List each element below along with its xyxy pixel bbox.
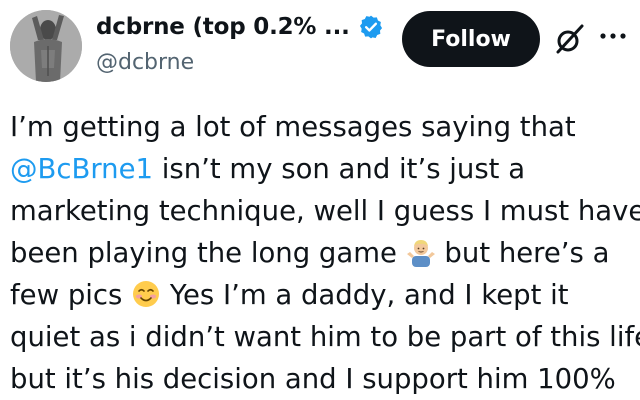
tweet-line: been playing the long game but here’s a <box>10 232 640 274</box>
tweet-text: I’m getting a lot of messages saying tha… <box>10 106 640 400</box>
tweet-line: few pics Yes I’m a daddy, and I kept it <box>10 274 640 316</box>
author-name-row: dcbrne (top 0.2% ... <box>96 14 384 40</box>
mention-link[interactable]: @BcBrne1 <box>10 153 153 185</box>
follow-button[interactable]: Follow <box>402 11 540 67</box>
tweet-line: I’m getting a lot of messages saying tha… <box>10 111 576 143</box>
tweet-line: @BcBrne1 isn’t my son and it’s just a <box>10 148 640 190</box>
tweet-line-text: been playing the long game <box>10 237 406 269</box>
grok-icon[interactable] <box>553 22 587 56</box>
tweet-line: but it’s his decision and I support him … <box>10 363 616 395</box>
tweet-line: quiet as i didn’t want him to be part of… <box>10 321 640 353</box>
tweet-line-text: but here’s a <box>435 237 610 269</box>
tweet-line-text: Yes I’m a daddy, and I kept it <box>161 279 569 311</box>
tweet-line-text: isn’t my son and it’s just a <box>153 153 526 185</box>
tweet-line: marketing technique, well I guess I must… <box>10 195 640 227</box>
handle[interactable]: @dcbrne <box>96 50 194 75</box>
avatar[interactable] <box>10 10 82 82</box>
tweet-line-text: few pics <box>10 279 132 311</box>
more-icon[interactable] <box>598 26 628 46</box>
smiling-face-emoji-icon <box>131 279 161 309</box>
display-name[interactable]: dcbrne (top 0.2% ... <box>96 14 350 40</box>
profile-photo <box>10 10 82 82</box>
man-shrugging-emoji-icon <box>406 237 436 267</box>
verified-badge-icon[interactable] <box>358 14 384 40</box>
